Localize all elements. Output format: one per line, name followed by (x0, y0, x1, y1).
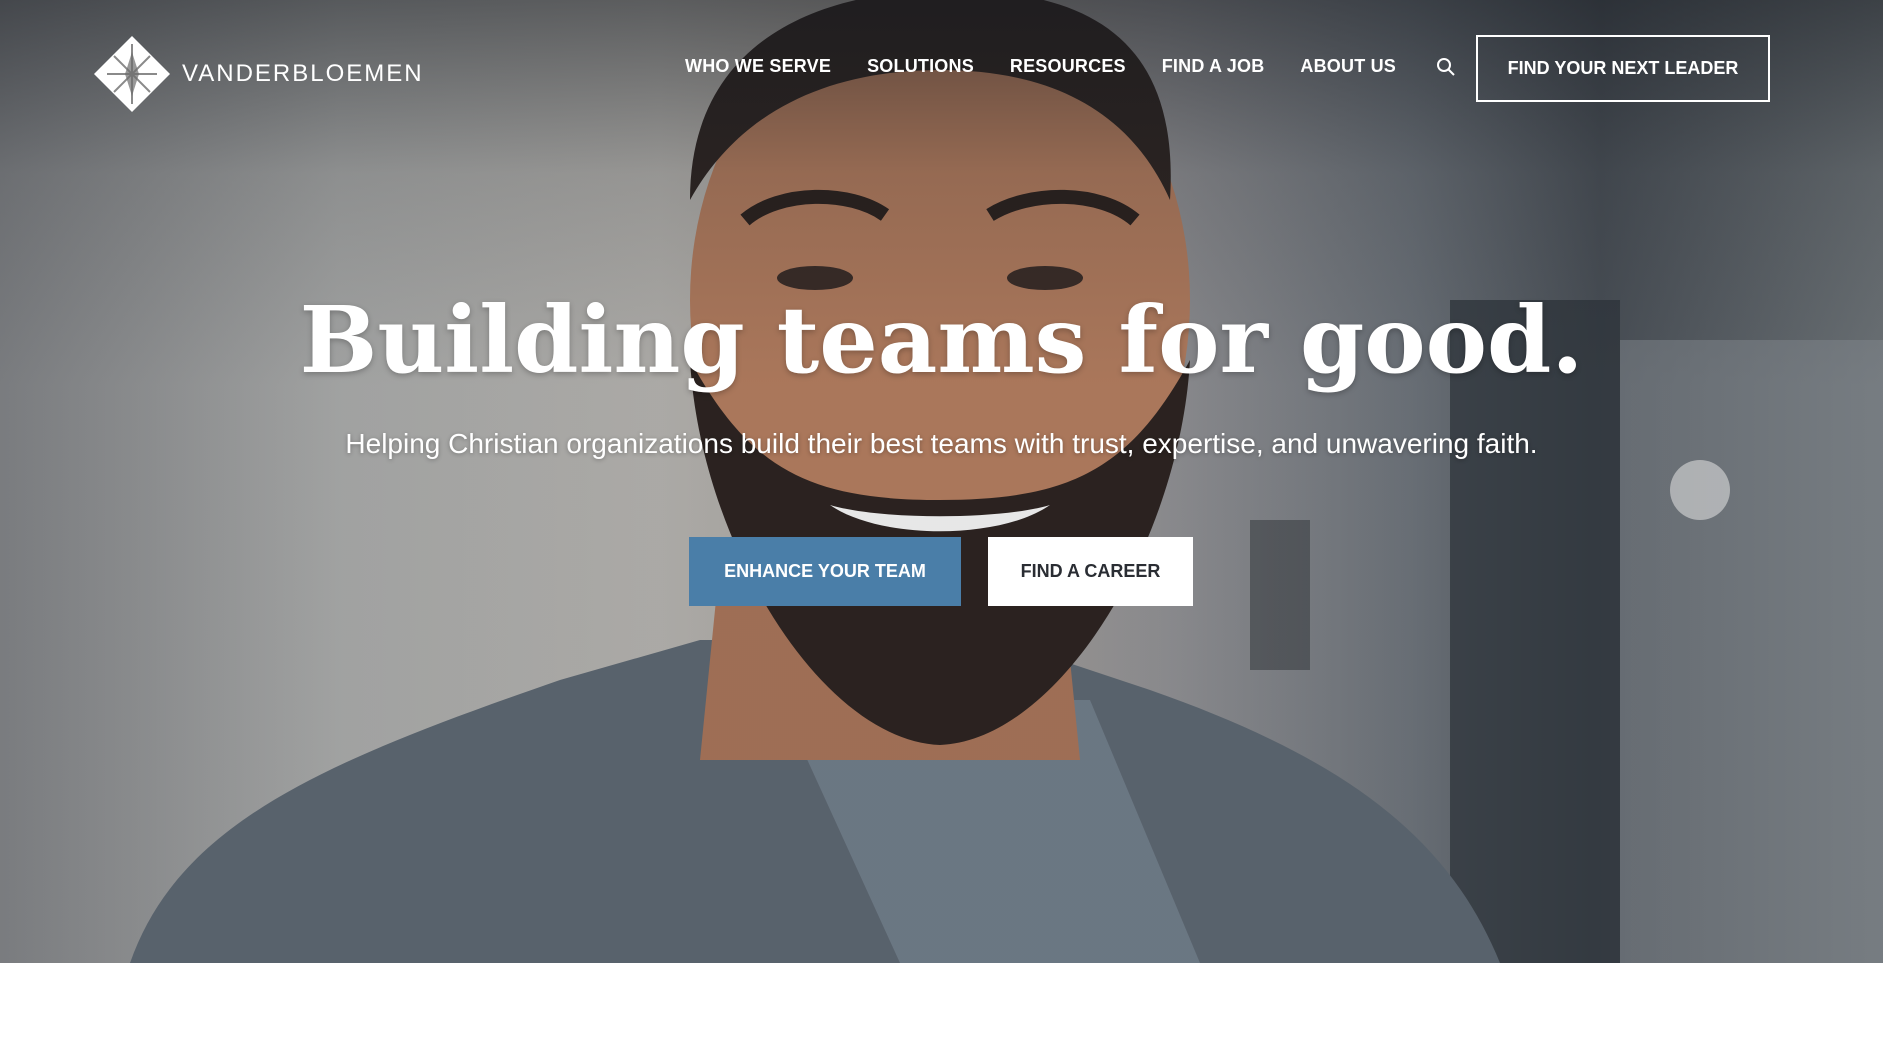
main-nav: WHO WE SERVE SOLUTIONS RESOURCES FIND A … (685, 56, 1456, 77)
diamond-logo-icon (94, 36, 170, 112)
search-icon[interactable] (1436, 57, 1456, 77)
brand-logo[interactable]: VANDERBLOEMEN (92, 34, 424, 114)
brand-name: VANDERBLOEMEN (182, 60, 424, 87)
nav-item-find-a-job[interactable]: FIND A JOB (1162, 56, 1265, 77)
enhance-your-team-button[interactable]: ENHANCE YOUR TEAM (689, 537, 961, 606)
nav-item-resources[interactable]: RESOURCES (1010, 56, 1126, 77)
hero-headline: Building teams for good. (299, 286, 1584, 394)
nav-item-who-we-serve[interactable]: WHO WE SERVE (685, 56, 831, 77)
hero-subheadline: Helping Christian organizations build th… (345, 428, 1538, 459)
hero-overlay (0, 0, 1883, 963)
nav-item-solutions[interactable]: SOLUTIONS (867, 56, 974, 77)
navbar: VANDERBLOEMEN WHO WE SERVE SOLUTIONS RES… (0, 0, 1883, 140)
find-a-career-button[interactable]: FIND A CAREER (988, 537, 1193, 606)
nav-item-about-us[interactable]: ABOUT US (1300, 56, 1396, 77)
find-next-leader-button[interactable]: FIND YOUR NEXT LEADER (1476, 35, 1770, 102)
hero-section (0, 0, 1883, 963)
